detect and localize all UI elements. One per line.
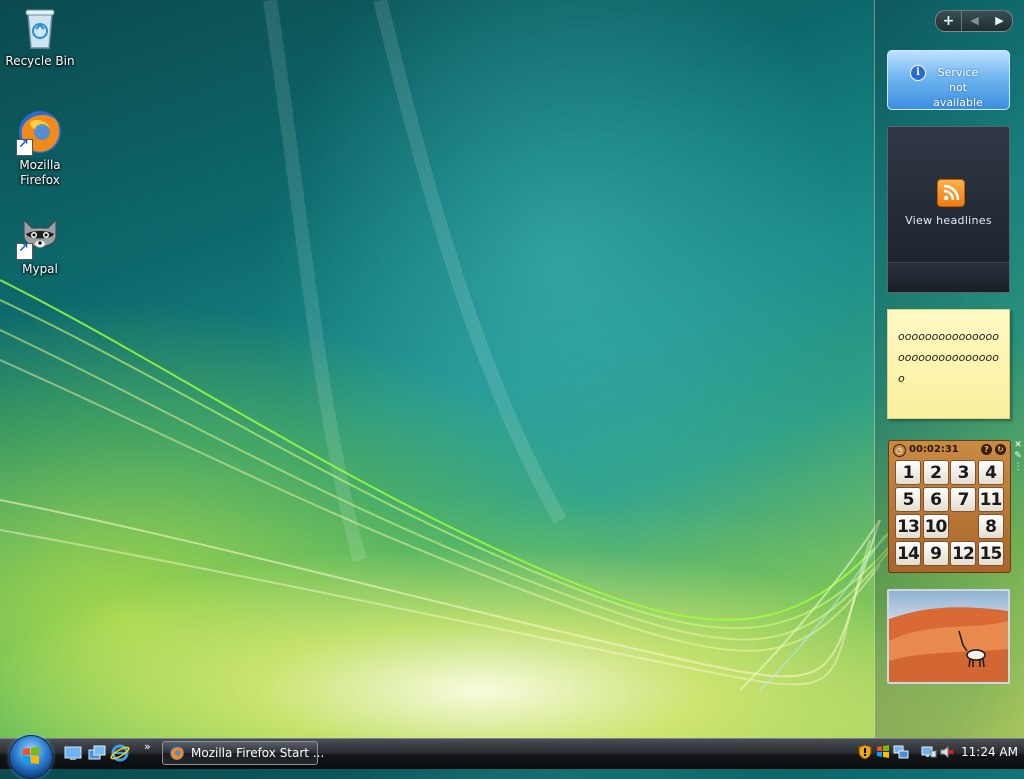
puzzle-tile[interactable]: 8 xyxy=(977,514,1004,539)
puzzle-empty-slot xyxy=(950,514,976,539)
taskbar-button-label: Mozilla Firefox Start ... xyxy=(191,746,325,760)
sidebar-controls: + ◀ ▶ xyxy=(935,10,1013,32)
raccoon-icon xyxy=(16,212,64,260)
desktop-icon-mypal[interactable]: Mypal xyxy=(0,212,80,277)
quick-launch-overflow-icon[interactable]: » xyxy=(144,740,151,753)
add-gadget-button[interactable]: + xyxy=(936,11,962,31)
slideshow-gadget[interactable] xyxy=(887,589,1010,684)
picture-puzzle-gadget[interactable]: ◷ 00:02:31 ? ↻ 1 2 3 4 5 6 7 11 13 10 8 14 9 12 15 xyxy=(888,440,1011,573)
puzzle-toolbar: ◷ 00:02:31 ? ↻ xyxy=(893,443,1006,457)
rss-icon xyxy=(937,179,965,207)
puzzle-tile[interactable]: 12 xyxy=(950,541,976,566)
desktop-icon-firefox[interactable]: Mozilla Firefox xyxy=(0,108,80,188)
puzzle-tile[interactable]: 13 xyxy=(895,514,921,539)
info-icon: i xyxy=(910,65,926,81)
drag-handle-icon[interactable]: ⋮ xyxy=(1013,462,1023,473)
view-headlines-link[interactable]: View headlines xyxy=(888,214,1009,227)
firefox-icon xyxy=(169,745,185,761)
options-wrench-icon[interactable]: ✎ xyxy=(1013,451,1023,462)
puzzle-timer: 00:02:31 xyxy=(909,444,959,455)
taskbar-button-firefox[interactable]: Mozilla Firefox Start ... xyxy=(162,741,324,765)
internet-explorer-icon[interactable] xyxy=(110,743,130,763)
puzzle-tile[interactable]: 10 xyxy=(922,514,949,539)
shortcut-arrow-icon xyxy=(16,137,33,156)
puzzle-tile[interactable]: 4 xyxy=(977,460,1004,485)
switch-windows-icon[interactable] xyxy=(87,743,107,763)
prev-gadget-page-button[interactable]: ◀ xyxy=(962,11,987,31)
slideshow-picture xyxy=(889,607,1008,682)
feed-headlines-gadget[interactable]: View headlines xyxy=(887,126,1010,293)
close-icon[interactable]: ✕ xyxy=(1013,440,1023,451)
puzzle-tile[interactable]: 5 xyxy=(895,487,921,512)
note-text[interactable]: ooooooooooooooooooooooooooooooo xyxy=(898,326,1003,389)
help-icon[interactable]: ? xyxy=(981,444,992,455)
network-connection-icon[interactable] xyxy=(921,744,937,760)
wallpaper xyxy=(0,0,901,691)
puzzle-board: 1 2 3 4 5 6 7 11 13 10 8 14 9 12 15 xyxy=(895,460,1007,570)
recycle-bin-icon xyxy=(16,4,64,52)
desktop-icon-label: Mozilla Firefox xyxy=(19,158,61,187)
puzzle-tile[interactable]: 2 xyxy=(922,460,949,485)
puzzle-tile[interactable]: 15 xyxy=(977,541,1004,566)
weather-gadget[interactable]: i Service not available xyxy=(887,50,1010,110)
swap-icon[interactable]: ↻ xyxy=(995,444,1006,455)
network-status-icon[interactable] xyxy=(893,744,909,760)
puzzle-tile[interactable]: 14 xyxy=(895,541,921,566)
desktop-icon-label: Recycle Bin xyxy=(5,54,75,68)
windows-update-icon[interactable] xyxy=(875,744,891,760)
weather-status-text: Service not available xyxy=(933,66,983,109)
timer-icon: ◷ xyxy=(893,444,906,457)
start-button[interactable] xyxy=(9,735,53,779)
desktop-icon-recycle-bin[interactable]: Recycle Bin xyxy=(0,4,80,69)
puzzle-tile[interactable]: 6 xyxy=(922,487,949,512)
taskbar-clock[interactable]: 11:24 AM xyxy=(961,745,1018,759)
puzzle-tile[interactable]: 3 xyxy=(950,460,976,485)
gadget-tools: ✕ ✎ ⋮ xyxy=(1013,440,1023,473)
windows-logo-icon xyxy=(23,747,39,764)
puzzle-tile[interactable]: 7 xyxy=(950,487,976,512)
puzzle-tile[interactable]: 9 xyxy=(922,541,949,566)
volume-muted-icon[interactable] xyxy=(939,744,955,760)
next-gadget-page-button[interactable]: ▶ xyxy=(987,11,1012,31)
security-shield-icon[interactable] xyxy=(857,744,873,760)
notes-gadget[interactable]: ooooooooooooooooooooooooooooooo xyxy=(887,309,1010,419)
puzzle-tile[interactable]: 1 xyxy=(895,460,921,485)
shortcut-arrow-icon xyxy=(16,241,33,260)
desktop-icon-label: Mypal xyxy=(22,262,58,276)
system-tray: 11:24 AM xyxy=(853,740,1024,768)
show-desktop-icon[interactable] xyxy=(63,743,83,763)
firefox-icon xyxy=(16,108,64,156)
puzzle-tile[interactable]: 11 xyxy=(977,487,1004,512)
feed-footer xyxy=(888,262,1009,292)
